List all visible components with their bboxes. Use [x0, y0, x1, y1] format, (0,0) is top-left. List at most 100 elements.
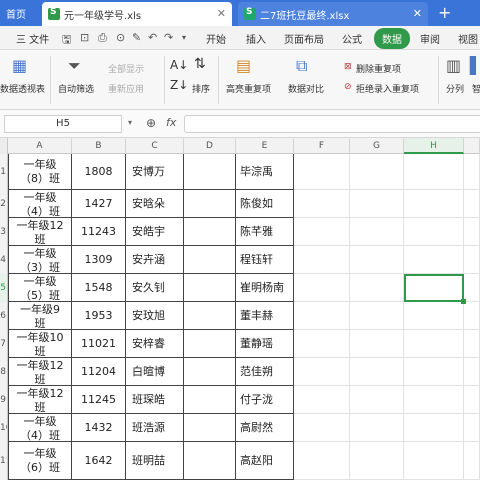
cell-empty[interactable]: [184, 190, 236, 218]
cell-empty[interactable]: [184, 154, 236, 190]
cell-empty[interactable]: [464, 246, 480, 274]
cell-empty[interactable]: [464, 190, 480, 218]
cell-empty[interactable]: [294, 302, 350, 330]
cell-class[interactable]: 一年级12 班: [8, 386, 72, 414]
cell-empty[interactable]: [184, 274, 236, 302]
cell-class[interactable]: 一年级 （6）班: [8, 442, 72, 480]
cell-empty[interactable]: [404, 302, 464, 330]
cell-name[interactable]: 班浩源: [126, 414, 184, 442]
cell-empty[interactable]: [350, 154, 404, 190]
cell-empty[interactable]: [294, 414, 350, 442]
cell-class[interactable]: 一年级10 班: [8, 330, 72, 358]
menu-start[interactable]: 开始: [206, 31, 226, 46]
cell-student-id[interactable]: 1427: [72, 190, 126, 218]
cell-name[interactable]: 范佳朔: [236, 358, 294, 386]
row-header[interactable]: 8: [0, 358, 8, 386]
cell-empty[interactable]: [294, 154, 350, 190]
cell-name[interactable]: 陈芊雅: [236, 218, 294, 246]
column-header-partial[interactable]: [464, 138, 480, 154]
row-header[interactable]: 1: [0, 154, 8, 190]
cell-empty[interactable]: [464, 302, 480, 330]
close-icon[interactable]: ✕: [413, 7, 422, 20]
select-all-corner[interactable]: [0, 138, 8, 154]
cell-empty[interactable]: [184, 246, 236, 274]
cell-name[interactable]: 高尉然: [236, 414, 294, 442]
cell-empty[interactable]: [464, 442, 480, 480]
menu-insert[interactable]: 插入: [246, 31, 266, 46]
column-header-c[interactable]: C: [126, 138, 184, 154]
redo-icon[interactable]: ↷: [164, 31, 173, 44]
cell-empty[interactable]: [404, 330, 464, 358]
cell-empty[interactable]: [464, 414, 480, 442]
cell-empty[interactable]: [404, 154, 464, 190]
cell-student-id[interactable]: 1953: [72, 302, 126, 330]
cell-empty[interactable]: [350, 218, 404, 246]
cell-empty[interactable]: [350, 414, 404, 442]
tab-home[interactable]: 首页: [0, 0, 40, 26]
cell-name[interactable]: 班明喆: [126, 442, 184, 480]
cell-empty[interactable]: [294, 218, 350, 246]
cell-empty[interactable]: [184, 386, 236, 414]
cell-student-id[interactable]: 1808: [72, 154, 126, 190]
cell-empty[interactable]: [464, 358, 480, 386]
cell-empty[interactable]: [294, 190, 350, 218]
spreadsheet-grid[interactable]: ABCDEFGH 1 一年级 （8）班 1808 安博万 毕淙禹 2 一年级 （4）班 1427 安…: [0, 138, 480, 480]
column-header-h[interactable]: H: [404, 138, 464, 154]
menu-page-layout[interactable]: 页面布局: [284, 31, 324, 46]
cell-student-id[interactable]: 11245: [72, 386, 126, 414]
cell-student-id[interactable]: 1432: [72, 414, 126, 442]
cell-class[interactable]: 一年级12 班: [8, 358, 72, 386]
fx-icon[interactable]: fx: [166, 116, 176, 129]
sort-ascending-icon[interactable]: A↓: [170, 58, 188, 72]
name-box[interactable]: H5: [4, 115, 122, 133]
cell-empty[interactable]: [184, 414, 236, 442]
cell-empty[interactable]: [350, 442, 404, 480]
row-header[interactable]: 4: [0, 246, 8, 274]
cell-empty[interactable]: [404, 442, 464, 480]
menu-review[interactable]: 审阅: [420, 31, 440, 46]
cell-empty[interactable]: [350, 246, 404, 274]
cell-empty[interactable]: [464, 274, 480, 302]
column-header-g[interactable]: G: [350, 138, 404, 154]
row-header[interactable]: 6: [0, 302, 8, 330]
cell-empty[interactable]: [350, 302, 404, 330]
row-header[interactable]: 2: [0, 190, 8, 218]
cell-empty[interactable]: [350, 274, 404, 302]
cell-name[interactable]: 安玟旭: [126, 302, 184, 330]
save-icon[interactable]: 🖫: [62, 31, 71, 50]
cell-empty[interactable]: [294, 274, 350, 302]
cell-class[interactable]: 一年级 （8）班: [8, 154, 72, 190]
cell-name[interactable]: 董静瑶: [236, 330, 294, 358]
column-header-f[interactable]: F: [294, 138, 350, 154]
chevron-down-icon[interactable]: ▾: [128, 118, 132, 127]
cell-empty[interactable]: [404, 386, 464, 414]
row-header[interactable]: 10: [0, 414, 8, 442]
sort-descending-icon[interactable]: Z↓: [170, 78, 188, 92]
print-icon[interactable]: ⎙: [98, 31, 107, 45]
cell-empty[interactable]: [350, 386, 404, 414]
cell-empty[interactable]: [464, 386, 480, 414]
fill-handle[interactable]: [461, 299, 466, 304]
cell-name[interactable]: 陈俊如: [236, 190, 294, 218]
cell-empty[interactable]: [350, 358, 404, 386]
cell-student-id[interactable]: 11243: [72, 218, 126, 246]
cell-empty[interactable]: [464, 218, 480, 246]
cell-empty[interactable]: [184, 330, 236, 358]
chevron-down-icon[interactable]: ▾: [182, 33, 186, 42]
cell-name[interactable]: 安皓宇: [126, 218, 184, 246]
cell-name[interactable]: 班琛皓: [126, 386, 184, 414]
menu-view[interactable]: 视图: [458, 31, 478, 46]
close-icon[interactable]: ✕: [217, 7, 226, 20]
cell-name[interactable]: 程钰轩: [236, 246, 294, 274]
row-header[interactable]: 3: [0, 218, 8, 246]
format-painter-icon[interactable]: ✎: [132, 31, 141, 44]
row-header[interactable]: 7: [0, 330, 8, 358]
undo-icon[interactable]: ↶: [148, 31, 157, 44]
cell-name[interactable]: 毕淙禹: [236, 154, 294, 190]
formula-input[interactable]: [184, 115, 480, 133]
cell-name[interactable]: 崔明杨南: [236, 274, 294, 302]
cell-empty[interactable]: [294, 330, 350, 358]
cell-empty[interactable]: [404, 414, 464, 442]
cell-name[interactable]: 高赵阳: [236, 442, 294, 480]
cell-empty[interactable]: [294, 442, 350, 480]
